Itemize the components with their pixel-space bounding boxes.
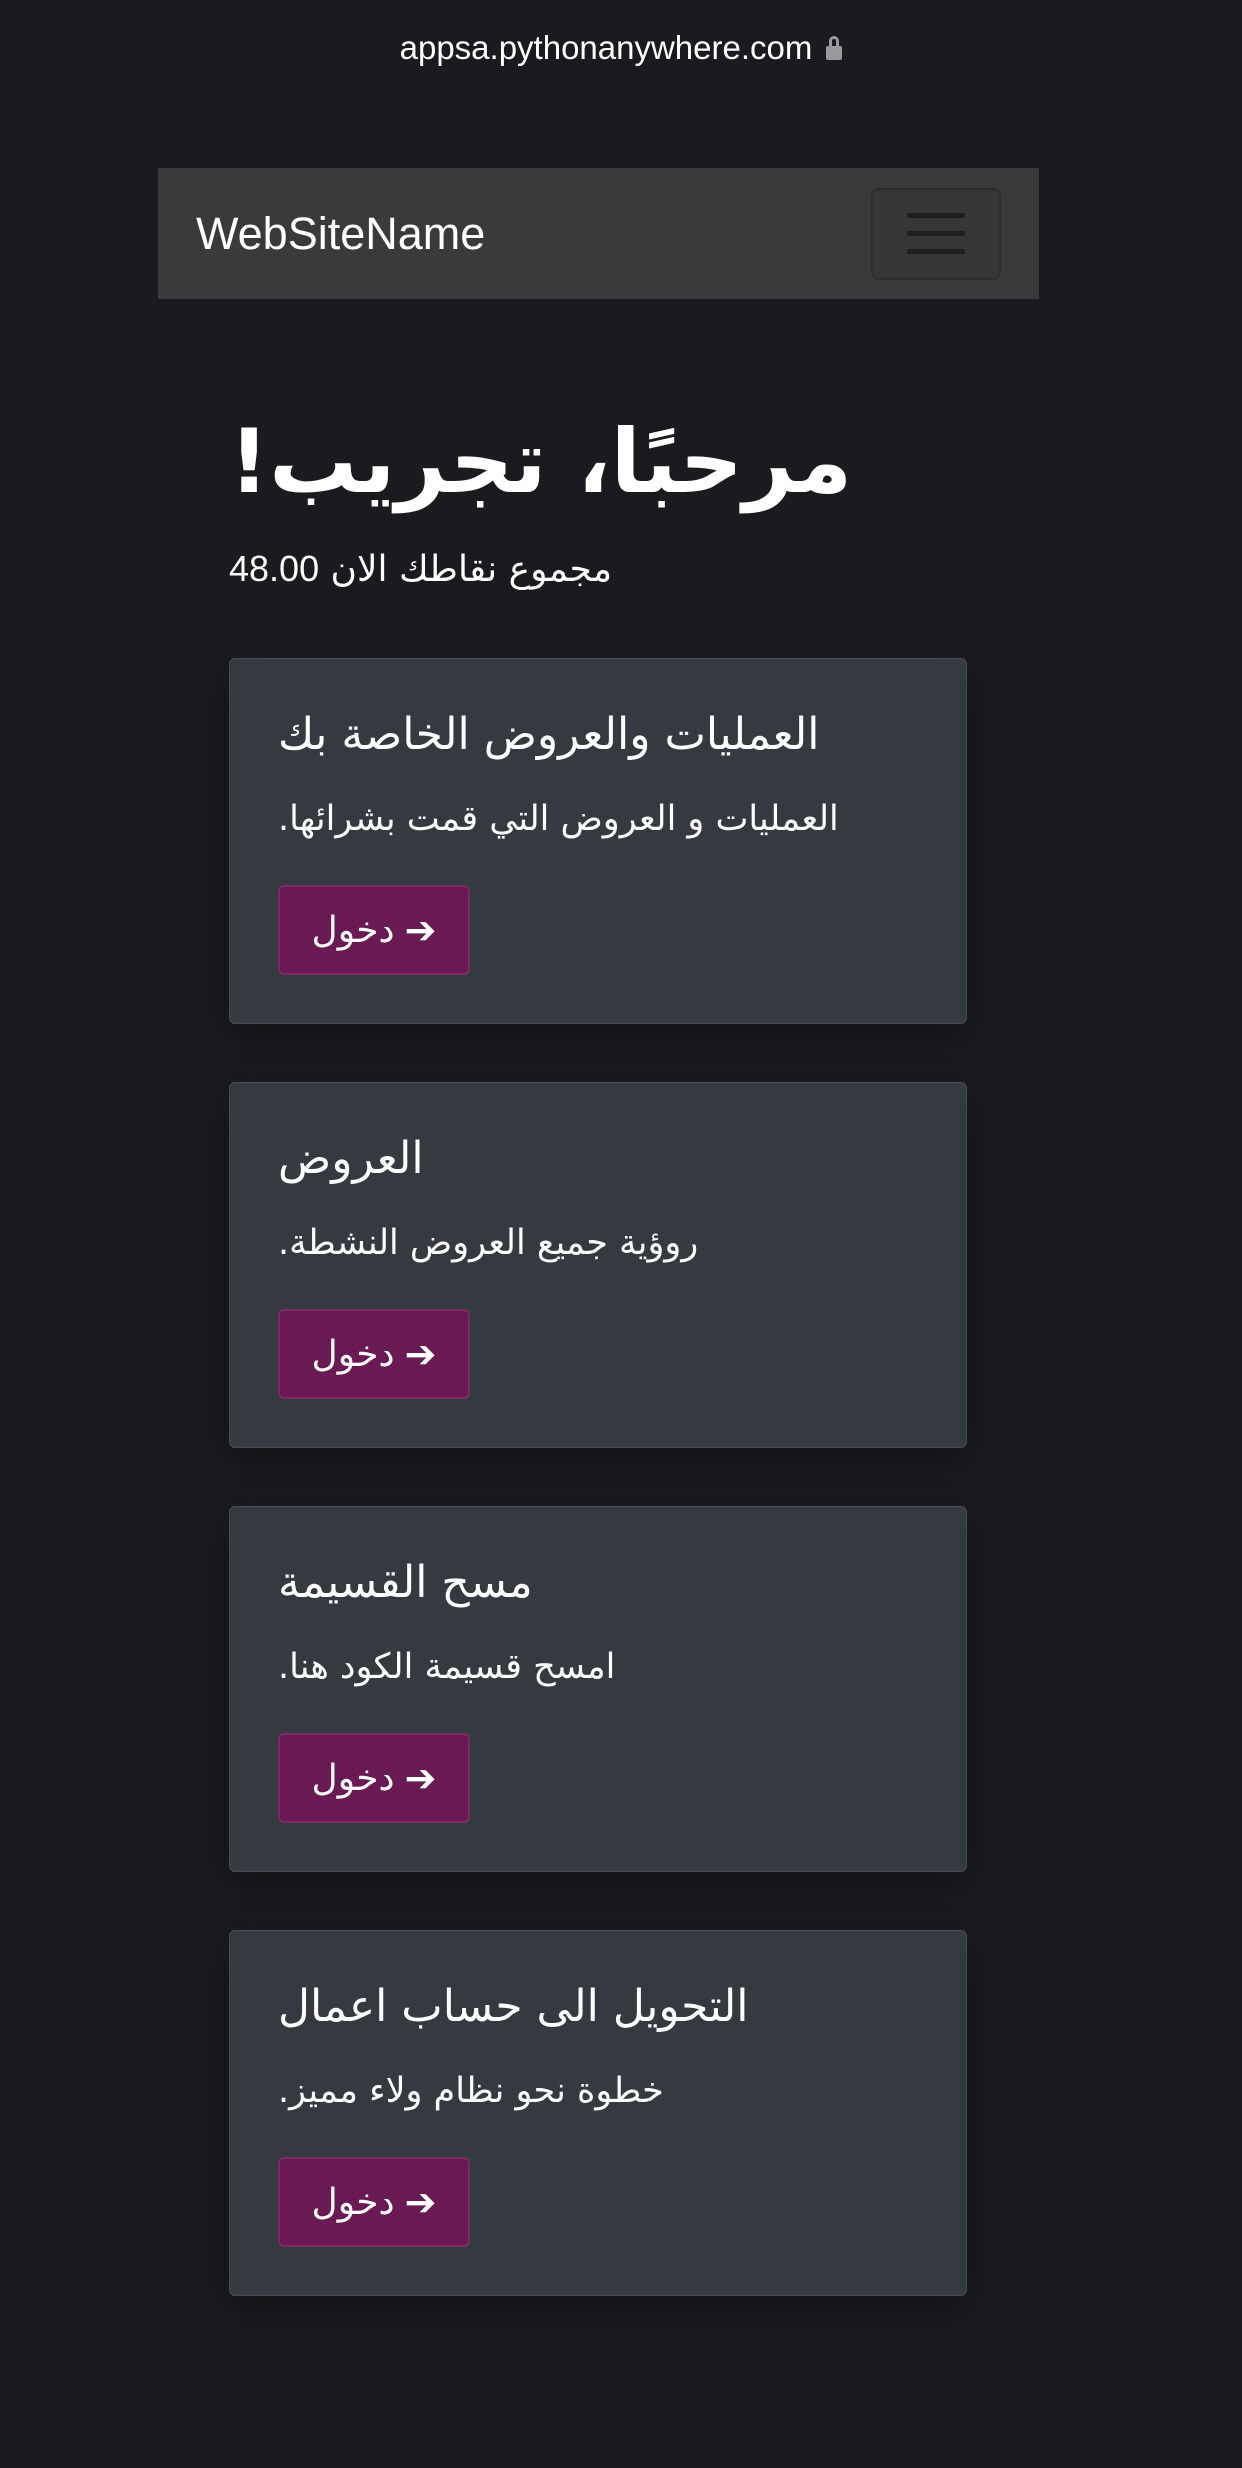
card-scan-coupon: مسح القسيمة امسح قسيمة الكود هنا. دخول ➔	[229, 1506, 967, 1872]
points-summary: 48.00 مجموع نقاطك الان	[229, 548, 612, 590]
card-my-operations: العمليات والعروض الخاصة بك العمليات و ال…	[229, 658, 967, 1024]
lock-icon	[826, 36, 843, 60]
card-business-account: التحويل الى حساب اعمال خطوة نحو نظام ولا…	[229, 1930, 967, 2296]
navbar: WebSiteName	[158, 168, 1039, 299]
points-value: 48.00	[229, 548, 320, 589]
card-title: التحويل الى حساب اعمال	[278, 1981, 749, 2032]
url-text[interactable]: appsa.pythonanywhere.com	[400, 29, 813, 67]
brand-link[interactable]: WebSiteName	[196, 208, 485, 260]
navbar-toggle-button[interactable]	[871, 187, 1001, 280]
button-label: دخول	[311, 1333, 395, 1375]
arrow-right-icon: ➔	[404, 2180, 437, 2224]
address-bar[interactable]: appsa.pythonanywhere.com	[0, 22, 1242, 74]
hamburger-icon	[907, 213, 965, 218]
enter-button[interactable]: دخول ➔	[278, 1733, 470, 1823]
card-offers: العروض روؤية جميع العروض النشطة. دخول ➔	[229, 1082, 967, 1448]
welcome-heading: مرحبًا، تجريب!	[229, 410, 853, 513]
card-text: العمليات و العروض التي قمت بشرائها.	[278, 799, 839, 839]
arrow-right-icon: ➔	[404, 1756, 437, 1800]
arrow-right-icon: ➔	[404, 1332, 437, 1376]
enter-button[interactable]: دخول ➔	[278, 1309, 470, 1399]
card-text: روؤية جميع العروض النشطة.	[278, 1223, 699, 1263]
points-label: مجموع نقاطك الان	[330, 549, 613, 590]
card-text: امسح قسيمة الكود هنا.	[278, 1647, 616, 1687]
button-label: دخول	[311, 909, 395, 951]
button-label: دخول	[311, 1757, 395, 1799]
card-title: العمليات والعروض الخاصة بك	[278, 709, 820, 760]
button-label: دخول	[311, 2181, 395, 2223]
enter-button[interactable]: دخول ➔	[278, 2157, 470, 2247]
enter-button[interactable]: دخول ➔	[278, 885, 470, 975]
card-text: خطوة نحو نظام ولاء مميز.	[278, 2071, 664, 2111]
card-title: مسح القسيمة	[278, 1557, 533, 1608]
hamburger-icon	[907, 231, 965, 236]
card-title: العروض	[278, 1133, 424, 1184]
arrow-right-icon: ➔	[404, 908, 437, 952]
hamburger-icon	[907, 249, 965, 254]
